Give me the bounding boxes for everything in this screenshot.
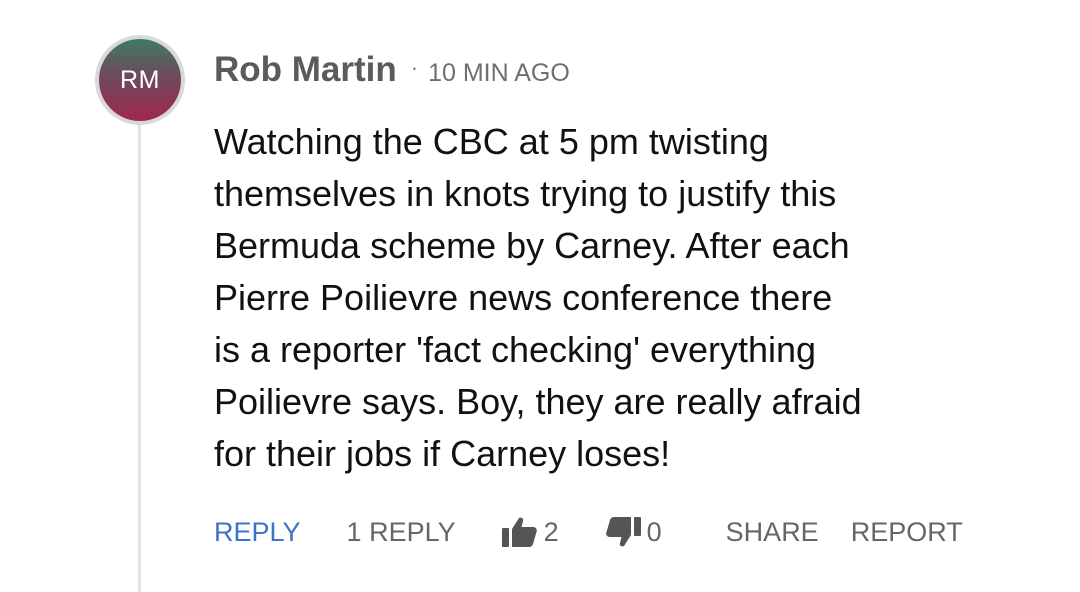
- avatar-initials: RM: [99, 39, 181, 121]
- comment-line: Poilievre says. Boy, they are really afr…: [214, 381, 862, 422]
- meta-separator: ·: [410, 55, 419, 80]
- comment-line: Bermuda scheme by Carney. After each: [214, 225, 850, 266]
- comment-line: Watching the CBC at 5 pm twisting: [214, 121, 769, 162]
- like-button[interactable]: 2: [501, 516, 559, 548]
- thread-line: [138, 124, 141, 592]
- comment-actions: REPLY 1 REPLY 2 0 SHARE REPORT: [214, 510, 963, 554]
- comment-timestamp: 10 MIN AGO: [428, 59, 570, 87]
- comment-body: Watching the CBC at 5 pm twisting themse…: [214, 116, 1014, 480]
- thumbs-up-icon: [501, 517, 538, 547]
- comment-line: is a reporter 'fact checking' everything: [214, 329, 817, 370]
- dislike-button[interactable]: 0: [605, 517, 662, 548]
- like-count: 2: [543, 516, 559, 547]
- comment-line: themselves in knots trying to justify th…: [214, 173, 837, 214]
- dislike-count: 0: [646, 516, 662, 547]
- comment-header: Rob Martin · 10 MIN AGO: [214, 50, 570, 94]
- share-button[interactable]: SHARE: [726, 517, 819, 548]
- thumbs-down-icon: [605, 517, 641, 547]
- author-name[interactable]: Rob Martin: [214, 50, 397, 90]
- view-replies-button[interactable]: 1 REPLY: [347, 517, 456, 548]
- comment-line: for their jobs if Carney loses!: [214, 433, 671, 474]
- avatar[interactable]: RM: [95, 35, 185, 125]
- report-button[interactable]: REPORT: [851, 517, 963, 548]
- comment-card: RM Rob Martin · 10 MIN AGO Watching the …: [0, 0, 1080, 592]
- reply-button[interactable]: REPLY: [214, 517, 301, 548]
- comment-line: Pierre Poilievre news conference there: [214, 277, 833, 318]
